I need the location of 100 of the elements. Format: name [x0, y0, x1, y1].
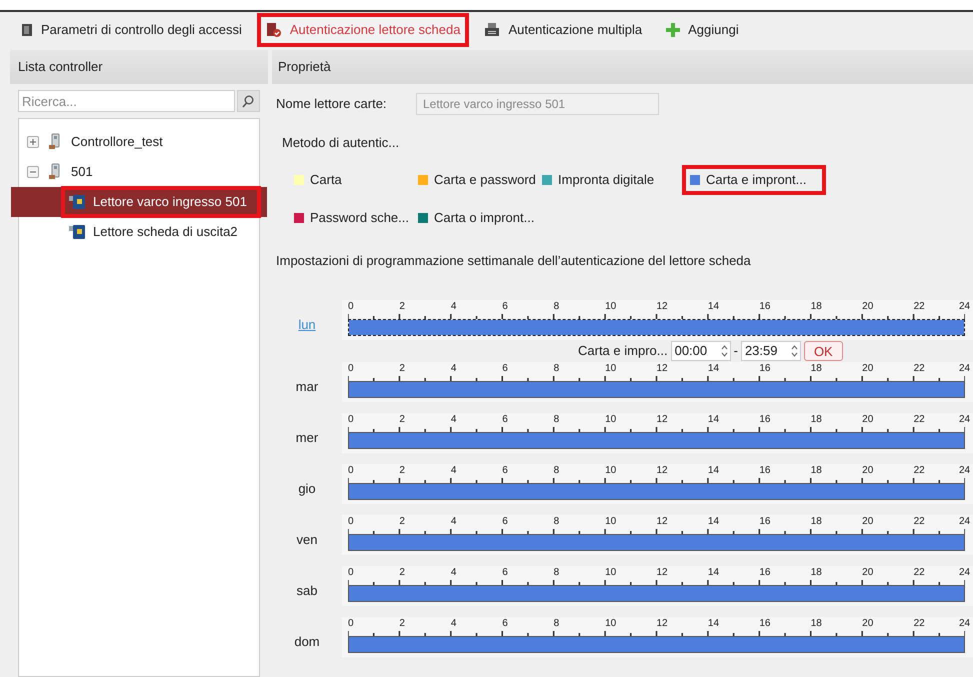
hour-label: 20: [862, 363, 874, 375]
hour-label: 20: [862, 414, 874, 426]
hour-label: 8: [554, 567, 560, 579]
hour-label: 8: [554, 516, 560, 528]
hour-label: 22: [914, 465, 925, 477]
tree-item[interactable]: 501: [19, 157, 259, 187]
hour-label: 10: [605, 465, 616, 477]
hour-label: 4: [450, 567, 456, 579]
hour-label: 18: [810, 465, 822, 477]
hour-label: 8: [554, 465, 560, 477]
hour-label: 0: [348, 567, 354, 579]
hour-label: 16: [759, 567, 770, 579]
hour-label: 18: [810, 516, 822, 528]
panel-header: Lista controller: [10, 50, 268, 84]
hour-label: 24: [959, 301, 970, 313]
hour-label: 16: [759, 618, 770, 630]
hour-label: 12: [656, 567, 668, 579]
hour-label: 4: [450, 618, 456, 630]
hour-label: 8: [554, 618, 560, 630]
hour-label: 2: [399, 618, 405, 630]
hour-label: 12: [656, 465, 668, 477]
legend-item[interactable]: Carta e impront...: [682, 164, 826, 194]
day-label[interactable]: mar: [296, 376, 318, 396]
hour-label: 22: [914, 301, 925, 313]
hour-label: 14: [708, 414, 720, 426]
hour-label: 12: [656, 516, 668, 528]
door-icon: [21, 23, 33, 37]
hour-label: 4: [450, 363, 456, 375]
tree-item-label: Lettore scheda di uscita2: [61, 216, 252, 248]
hour-label: 24: [959, 516, 970, 528]
hour-label: 0: [348, 465, 354, 477]
hour-label: 0: [348, 363, 354, 375]
hour-label: 8: [554, 414, 560, 426]
hour-label: 14: [708, 465, 720, 477]
toolbar-tab[interactable]: Parametri di controllo degli accessi: [12, 13, 251, 47]
search-field[interactable]: Ricerca...: [18, 90, 235, 112]
toolbar-tab[interactable]: Aggiungi: [657, 13, 748, 47]
hour-label: 22: [914, 516, 925, 528]
hour-label: 14: [708, 363, 720, 375]
plus-icon: [666, 23, 680, 37]
toolbar-tab[interactable]: Autenticazione lettore scheda: [256, 13, 470, 47]
hour-label: 22: [914, 618, 925, 630]
spinner-icon: [720, 344, 728, 358]
start-time-field[interactable]: 00:00: [670, 341, 731, 361]
day-label[interactable]: mer: [296, 428, 318, 447]
hour-label: 6: [502, 414, 508, 426]
ok-button[interactable]: OK: [804, 341, 843, 361]
hour-label: 14: [708, 618, 720, 630]
hour-label: 8: [554, 363, 560, 375]
hour-label: 2: [399, 414, 405, 426]
hour-label: 16: [759, 363, 770, 375]
day-label[interactable]: sab: [296, 580, 318, 600]
hour-label: 10: [605, 618, 616, 630]
day-label[interactable]: ven: [296, 530, 318, 549]
hour-label: 20: [862, 516, 874, 528]
search-icon: [242, 94, 254, 108]
hour-label: 16: [759, 516, 770, 528]
hour-label: 10: [605, 301, 616, 313]
hour-label: 16: [759, 414, 770, 426]
tree-item[interactable]: Lettore varco ingresso 501: [11, 187, 267, 217]
hour-label: 2: [399, 363, 405, 375]
hour-label: 18: [810, 618, 822, 630]
hour-label: 14: [708, 516, 720, 528]
hour-label: 10: [605, 567, 616, 579]
hour-label: 4: [450, 414, 456, 426]
expand-toggle[interactable]: [27, 136, 39, 148]
tree-item-label: Lettore varco ingresso 501: [61, 186, 261, 218]
hour-label: 2: [399, 301, 405, 313]
hour-label: 12: [656, 363, 668, 375]
hour-label: 22: [914, 567, 925, 579]
search-button[interactable]: [236, 90, 260, 112]
hour-label: 24: [959, 414, 970, 426]
end-time-field[interactable]: 23:59: [740, 341, 801, 361]
hour-label: 24: [959, 567, 970, 579]
field-label: Nome lettore carte:: [276, 95, 386, 114]
hour-label: 20: [862, 301, 874, 313]
hour-label: 12: [656, 301, 668, 313]
plus-icon: [29, 138, 37, 146]
hour-label: 24: [959, 618, 970, 630]
toolbar-tab[interactable]: Autenticazione multipla: [475, 13, 652, 47]
hour-label: 6: [502, 363, 508, 375]
printer-icon: [484, 22, 500, 38]
hour-label: 14: [708, 301, 720, 313]
card-reader-icon: [69, 194, 87, 210]
hour-label: 2: [399, 516, 405, 528]
hour-label: 2: [399, 567, 405, 579]
day-label[interactable]: gio: [298, 478, 316, 498]
card-reader-icon: [266, 22, 282, 38]
hour-label: 18: [810, 414, 822, 426]
hour-label: 14: [708, 567, 720, 579]
hour-label: 24: [959, 363, 970, 375]
hour-label: 18: [810, 301, 822, 313]
tree-item[interactable]: Lettore scheda di uscita2: [11, 217, 267, 247]
hour-label: 20: [862, 618, 874, 630]
tree-item[interactable]: Controllore_test: [19, 127, 259, 157]
hour-label: 6: [502, 301, 508, 313]
hour-label: 0: [348, 414, 354, 426]
editor-label: Carta e impro...: [578, 342, 668, 360]
collapse-toggle[interactable]: [27, 166, 39, 178]
day-label[interactable]: dom: [294, 632, 320, 651]
